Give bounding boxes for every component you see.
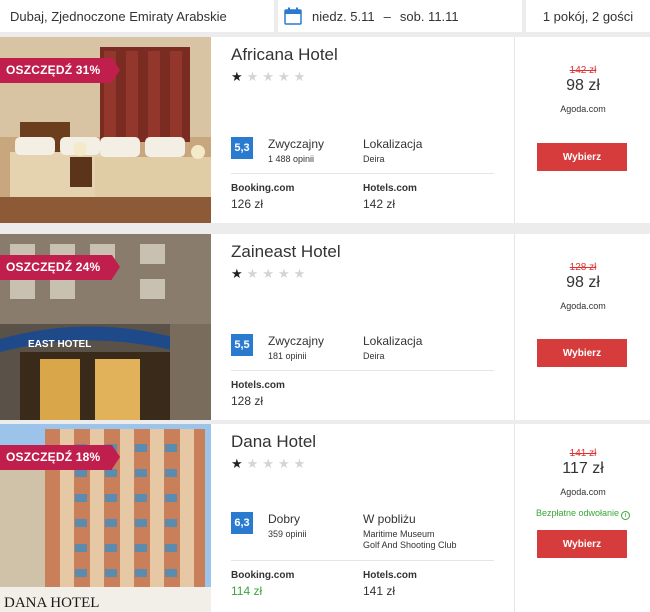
- rating-label: Zwyczajny: [268, 334, 325, 348]
- old-price: 128 zł: [569, 262, 597, 273]
- offer-price: 126 zł: [231, 197, 264, 211]
- free-cancellation-text: Bezpłatne odwołanie: [535, 508, 620, 518]
- star-icon: ★: [293, 456, 306, 471]
- star-icon: ★: [262, 69, 274, 84]
- guests-field[interactable]: 1 pokój, 2 gości: [526, 0, 650, 32]
- location-label: Lokalizacja: [363, 334, 423, 348]
- price-column: 141 zł 117 zł Agoda.com Bezpłatne odwoła…: [514, 424, 650, 612]
- star-icon: ★: [293, 266, 306, 281]
- date-to: sob. 11.11: [399, 8, 459, 24]
- star-icon: ★: [246, 456, 259, 471]
- select-button[interactable]: Wybierz: [537, 143, 627, 171]
- offer[interactable]: Booking.com 114 zł: [231, 570, 294, 598]
- dates-field[interactable]: niedz. 5.11 – sob. 11.11: [278, 0, 522, 32]
- location-value: Maritime Museum Golf And Shooting Club: [363, 529, 457, 550]
- price-column: 128 zł 98 zł Agoda.com Wybierz: [514, 234, 650, 420]
- divider: [231, 370, 494, 371]
- hotel-photo[interactable]: EAST HOTEL OSZCZĘDŹ 24%: [0, 234, 211, 420]
- hotel-card[interactable]: OSZCZĘDŹ 31% Africana Hotel ★ ★ ★ ★ ★ 5,…: [0, 37, 650, 223]
- old-price: 142 zł: [569, 65, 597, 76]
- offer[interactable]: Hotels.com 142 zł: [363, 183, 417, 211]
- hotel-name[interactable]: Africana Hotel: [231, 45, 338, 65]
- star-icon: ★: [293, 69, 306, 84]
- hotel-name[interactable]: Dana Hotel: [231, 432, 316, 452]
- best-price: 98 zł: [566, 274, 600, 291]
- review-count[interactable]: 181 opinii: [268, 351, 307, 361]
- search-bar: Dubaj, Zjednoczone Emiraty Arabskie nied…: [0, 0, 650, 34]
- offer-provider: Hotels.com: [363, 570, 417, 581]
- star-icon: ★: [262, 456, 274, 471]
- price-column: 142 zł 98 zł Agoda.com Wybierz: [514, 37, 650, 223]
- star-icon: ★: [277, 456, 290, 471]
- review-count[interactable]: 1 488 opinii: [268, 154, 314, 164]
- best-price: 98 zł: [566, 77, 600, 94]
- best-provider: Agoda.com: [560, 301, 606, 311]
- location-label: W pobliżu: [363, 512, 416, 526]
- calendar-icon: [284, 7, 302, 25]
- star-rating: ★ ★ ★ ★ ★: [231, 70, 305, 83]
- hotel-card[interactable]: DANA HOTEL OSZCZĘDŹ 18% Dana Hotel ★ ★ ★…: [0, 424, 650, 612]
- location-value: Deira: [363, 154, 385, 164]
- star-rating: ★ ★ ★ ★ ★: [231, 457, 305, 470]
- hotel-name[interactable]: Zaineast Hotel: [231, 242, 341, 262]
- offer-price: 141 zł: [363, 584, 396, 598]
- star-icon: ★: [231, 266, 243, 281]
- rating-score[interactable]: 6,3: [231, 512, 253, 534]
- hotel-photo[interactable]: OSZCZĘDŹ 31%: [0, 37, 211, 223]
- divider: [231, 173, 494, 174]
- review-count[interactable]: 359 opinii: [268, 529, 307, 539]
- offer-price: 114 zł: [231, 584, 263, 598]
- date-from: niedz. 5.11: [312, 8, 375, 24]
- offer-price: 128 zł: [231, 394, 264, 408]
- discount-badge: OSZCZĘDŹ 24%: [0, 255, 121, 280]
- star-icon: ★: [277, 266, 290, 281]
- star-rating: ★ ★ ★ ★ ★: [231, 267, 305, 280]
- hotel-info: Zaineast Hotel ★ ★ ★ ★ ★ 5,5 Zwyczajny 1…: [211, 234, 514, 420]
- free-cancellation[interactable]: Bezpłatne odwołanie i: [515, 508, 650, 520]
- discount-badge: OSZCZĘDŹ 18%: [0, 445, 121, 470]
- star-icon: ★: [231, 456, 243, 471]
- info-icon[interactable]: i: [621, 511, 631, 520]
- star-icon: ★: [231, 69, 243, 84]
- rating-score[interactable]: 5,5: [231, 334, 253, 356]
- rating-label: Dobry: [268, 512, 301, 526]
- offer[interactable]: Booking.com 126 zł: [231, 183, 294, 211]
- date-separator: –: [383, 8, 391, 24]
- offer[interactable]: Hotels.com 141 zł: [363, 570, 417, 598]
- star-icon: ★: [262, 266, 274, 281]
- star-icon: ★: [246, 69, 259, 84]
- offer-provider: Hotels.com: [231, 380, 285, 391]
- offer-price: 142 zł: [363, 197, 396, 211]
- location-value: Deira: [363, 351, 385, 361]
- photo-sign-text: DANA HOTEL: [4, 595, 99, 611]
- hotel-card[interactable]: EAST HOTEL OSZCZĘDŹ 24% Zaineast Hotel ★…: [0, 234, 650, 420]
- rating-label: Zwyczajny: [268, 137, 325, 151]
- divider: [231, 560, 494, 561]
- hotel-info: Africana Hotel ★ ★ ★ ★ ★ 5,3 Zwyczajny 1…: [211, 37, 514, 223]
- best-provider: Agoda.com: [560, 487, 606, 497]
- rating-score[interactable]: 5,3: [231, 137, 253, 159]
- location-label: Lokalizacja: [363, 137, 423, 151]
- star-icon: ★: [246, 266, 259, 281]
- offer-provider: Booking.com: [231, 570, 295, 581]
- destination-text: Dubaj, Zjednoczone Emiraty Arabskie: [10, 8, 227, 24]
- old-price: 141 zł: [569, 448, 597, 459]
- destination-field[interactable]: Dubaj, Zjednoczone Emiraty Arabskie: [0, 0, 274, 32]
- star-icon: ★: [277, 69, 290, 84]
- hotel-photo[interactable]: DANA HOTEL OSZCZĘDŹ 18%: [0, 424, 211, 612]
- hotel-info: Dana Hotel ★ ★ ★ ★ ★ 6,3 Dobry 359 opini…: [211, 424, 514, 612]
- discount-badge: OSZCZĘDŹ 31%: [0, 58, 121, 83]
- best-price: 117 zł: [562, 460, 604, 477]
- select-button[interactable]: Wybierz: [537, 530, 627, 558]
- offer[interactable]: Hotels.com 128 zł: [231, 380, 285, 408]
- photo-sign-text: EAST HOTEL: [28, 339, 91, 350]
- best-provider: Agoda.com: [560, 104, 606, 114]
- select-button[interactable]: Wybierz: [537, 339, 627, 367]
- offer-provider: Hotels.com: [363, 183, 417, 194]
- offer-provider: Booking.com: [231, 183, 295, 194]
- guests-text: 1 pokój, 2 gości: [542, 8, 634, 24]
